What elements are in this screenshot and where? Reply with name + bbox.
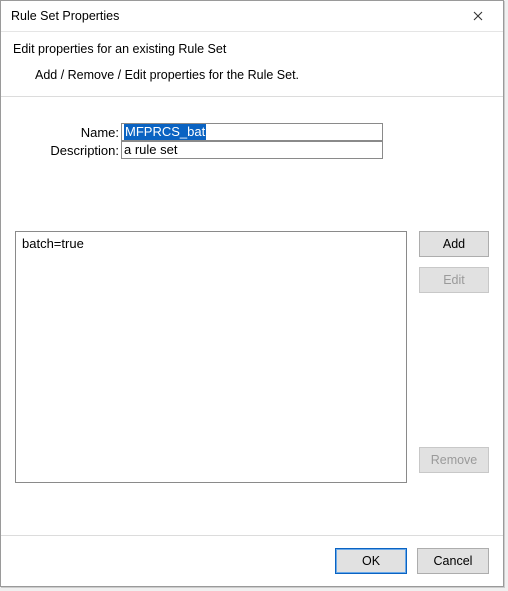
description-label: Description: [15,143,121,158]
dialog-footer: OK Cancel [1,535,503,586]
ok-button[interactable]: OK [335,548,407,574]
remove-button[interactable]: Remove [419,447,489,473]
list-item[interactable]: batch=true [22,236,400,251]
titlebar: Rule Set Properties [1,1,503,32]
name-row: Name: MFPRCS_bat [15,123,489,141]
name-input[interactable]: MFPRCS_bat [121,123,383,141]
button-spacer [419,303,489,447]
properties-listbox[interactable]: batch=true [15,231,407,483]
properties-area: batch=true Add Edit Remove [15,231,489,483]
description-row: Description: a rule set [15,141,489,159]
header-main-text: Edit properties for an existing Rule Set [13,42,491,56]
edit-button[interactable]: Edit [419,267,489,293]
dialog-header: Edit properties for an existing Rule Set… [1,32,503,97]
name-input-selection: MFPRCS_bat [124,124,206,140]
dialog-window: Rule Set Properties Edit properties for … [0,0,504,587]
window-title: Rule Set Properties [11,9,459,23]
cancel-button[interactable]: Cancel [417,548,489,574]
close-button[interactable] [459,4,497,28]
description-input[interactable]: a rule set [121,141,383,159]
name-label: Name: [15,125,121,140]
dialog-body: Name: MFPRCS_bat Description: a rule set… [1,97,503,535]
header-sub-text: Add / Remove / Edit properties for the R… [35,68,491,82]
side-button-column: Add Edit Remove [419,231,489,483]
add-button[interactable]: Add [419,231,489,257]
close-icon [473,8,483,24]
